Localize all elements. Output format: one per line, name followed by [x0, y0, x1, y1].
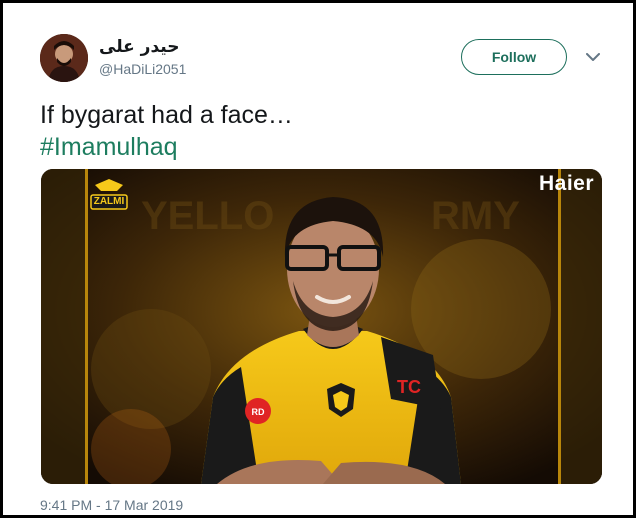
team-logo: ZALMI	[87, 177, 131, 217]
avatar[interactable]	[40, 34, 88, 82]
follow-button[interactable]: Follow	[461, 39, 567, 75]
avatar-image	[40, 34, 88, 82]
shirt-sponsor: TC	[397, 377, 421, 397]
display-name[interactable]: حیدر علی	[99, 37, 179, 57]
user-handle[interactable]: @HaDiLi2051	[99, 61, 186, 77]
chevron-down-icon[interactable]	[583, 47, 603, 67]
tweet-media-image[interactable]: YELLO RMY RD TC ZALMI Haier	[41, 169, 602, 484]
hashtag-link[interactable]: #Imamulhaq	[40, 131, 293, 163]
svg-text:YELLO: YELLO	[141, 194, 274, 238]
tweet-timestamp[interactable]: 9:41 PM - 17 Mar 2019	[40, 497, 183, 513]
tweet-card: حیدر علی @HaDiLi2051 Follow If bygarat h…	[0, 0, 636, 518]
tweet-text: If bygarat had a face… #Imamulhaq	[40, 99, 293, 163]
badge-text: RD	[252, 407, 265, 417]
sponsor-logo: Haier	[538, 172, 594, 195]
tweet-body: If bygarat had a face…	[40, 101, 293, 129]
team-logo-text: ZALMI	[93, 196, 125, 207]
svg-text:RMY: RMY	[431, 194, 520, 238]
